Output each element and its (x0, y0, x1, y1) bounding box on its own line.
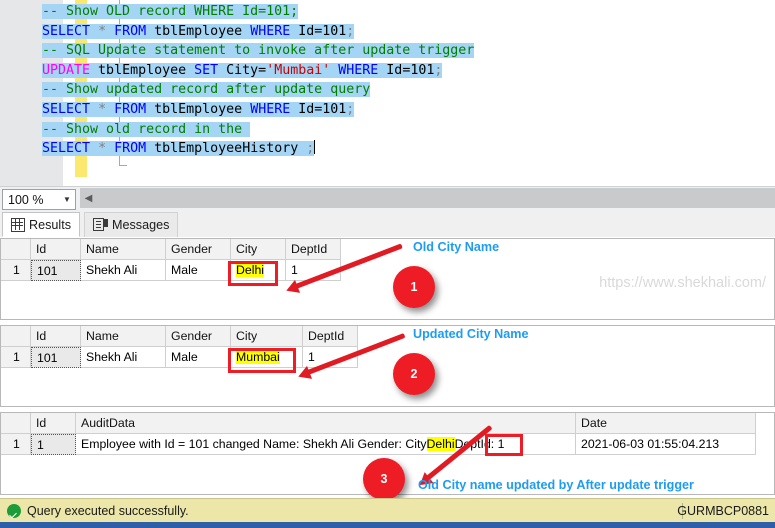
code-line: -- Show updated record after update quer… (42, 82, 371, 98)
table-cell[interactable]: 101 (31, 260, 81, 281)
results-tabstrip: Results Messages (0, 212, 775, 237)
tab-messages[interactable]: Messages (84, 212, 179, 237)
scroll-left-icon[interactable]: ◀ (81, 188, 96, 208)
column-header[interactable] (1, 239, 31, 260)
result-panel-2[interactable]: Id Name Gender City DeptId 1 101 Shekh Ali Male M… (0, 325, 775, 407)
table-header-row: Id Name Gender City DeptId (1, 239, 341, 260)
table-cell[interactable]: 2021-06-03 01:55:04.213 (576, 434, 756, 455)
column-header[interactable]: Gender (166, 326, 231, 347)
column-header[interactable]: DeptId (303, 326, 358, 347)
result-grid-3[interactable]: Id AuditData Date 1 1 Employee with Id = 101 … (1, 413, 756, 455)
table-cell[interactable]: 1 (31, 434, 76, 455)
result-grid-2[interactable]: Id Name Gender City DeptId 1 101 Shekh Ali Male M… (1, 326, 358, 368)
status-message: Query executed successfully. (27, 504, 189, 518)
row-number[interactable]: 1 (1, 434, 31, 455)
status-server-name: GURMBCP0881 (677, 504, 769, 518)
watermark-url: https://www.shekhali.com/ (599, 275, 766, 291)
status-bar: Query executed successfully. GURMBCP0881 (0, 498, 775, 523)
column-header[interactable]: Id (31, 413, 76, 434)
tab-messages-label: Messages (112, 218, 170, 232)
column-header[interactable]: Gender (166, 239, 231, 260)
table-row[interactable]: 1 101 Shekh Ali Male Mumbai 1 (1, 347, 358, 368)
highlighted-value: Delhi (236, 263, 265, 277)
editor-horizontal-scrollbar[interactable]: ◀ (80, 188, 775, 208)
table-row[interactable]: 1 101 Shekh Ali Male Delhi 1 (1, 260, 341, 281)
editor-bottom-strip: 100 % ▼ ◀ (0, 186, 775, 213)
table-cell[interactable]: Shekh Ali (81, 260, 166, 281)
row-number[interactable]: 1 (1, 347, 31, 368)
step-badge-3: 3 (363, 458, 405, 500)
column-header[interactable] (1, 326, 31, 347)
table-header-row: Id Name Gender City DeptId (1, 326, 358, 347)
table-cell[interactable]: Male (166, 347, 231, 368)
column-header[interactable]: Name (81, 326, 166, 347)
step-badge-1: 1 (393, 266, 435, 308)
success-check-icon (7, 504, 21, 518)
highlighted-value: Delhi (426, 437, 455, 451)
step-badge-2: 2 (393, 353, 435, 395)
column-header[interactable]: Name (81, 239, 166, 260)
column-header[interactable]: Id (31, 239, 81, 260)
code-line: -- SQL Update statement to invoke after … (42, 43, 475, 59)
annotation-label-1: Old City Name (413, 240, 500, 254)
result-grid-1[interactable]: Id Name Gender City DeptId 1 101 Shekh Ali Male D… (1, 239, 341, 281)
table-cell[interactable]: 101 (31, 347, 81, 368)
table-cell[interactable]: Male (166, 260, 231, 281)
column-header[interactable]: Id (31, 326, 81, 347)
table-cell[interactable]: Mumbai (231, 347, 303, 368)
column-header[interactable]: DeptId (286, 239, 341, 260)
code-line: -- Show old record in the (42, 121, 251, 137)
table-cell[interactable]: Shekh Ali (81, 347, 166, 368)
table-row[interactable]: 1 1 Employee with Id = 101 changed Name: S… (1, 434, 756, 455)
zoom-level-value: 100 % (8, 192, 44, 207)
messages-icon (93, 218, 108, 232)
column-header[interactable] (1, 413, 31, 434)
sql-code-text[interactable]: -- Show OLD record WHERE Id=101; SELECT *… (42, 2, 475, 159)
table-header-row: Id AuditData Date (1, 413, 756, 434)
row-number[interactable]: 1 (1, 260, 31, 281)
scrollbar-thumb[interactable] (98, 189, 774, 207)
grid-icon (11, 217, 25, 232)
window-bottom-accent (0, 522, 775, 528)
highlighted-value: Mumbai (236, 350, 280, 364)
tab-results-label: Results (29, 217, 71, 232)
column-header[interactable]: City (231, 326, 303, 347)
annotation-label-2: Updated City Name (413, 327, 529, 341)
table-cell[interactable]: Employee with Id = 101 changed Name: She… (76, 434, 576, 455)
ssms-window: -- Show OLD record WHERE Id=101; SELECT *… (0, 0, 775, 528)
code-line: -- Show OLD record WHERE Id=101; (42, 4, 299, 19)
table-cell[interactable]: Delhi (231, 260, 286, 281)
tab-results[interactable]: Results (2, 212, 80, 237)
zoom-level-combobox[interactable]: 100 % ▼ (2, 189, 76, 210)
annotation-label-3: Old City name updated by After update tr… (418, 478, 694, 492)
code-line: SELECT * FROM tblEmployeeHistory ; (42, 140, 316, 157)
sql-editor[interactable]: -- Show OLD record WHERE Id=101; SELECT *… (0, 0, 775, 186)
column-header[interactable]: Date (576, 413, 756, 434)
code-line: UPDATE tblEmployee SET City='Mumbai' WHE… (42, 62, 443, 78)
code-line: SELECT * FROM tblEmployee WHERE Id=101; (42, 101, 355, 117)
column-header[interactable]: AuditData (76, 413, 576, 434)
column-header[interactable]: City (231, 239, 286, 260)
code-line: SELECT * FROM tblEmployee WHERE Id=101; (42, 23, 355, 39)
chevron-down-icon[interactable]: ▼ (59, 195, 75, 204)
